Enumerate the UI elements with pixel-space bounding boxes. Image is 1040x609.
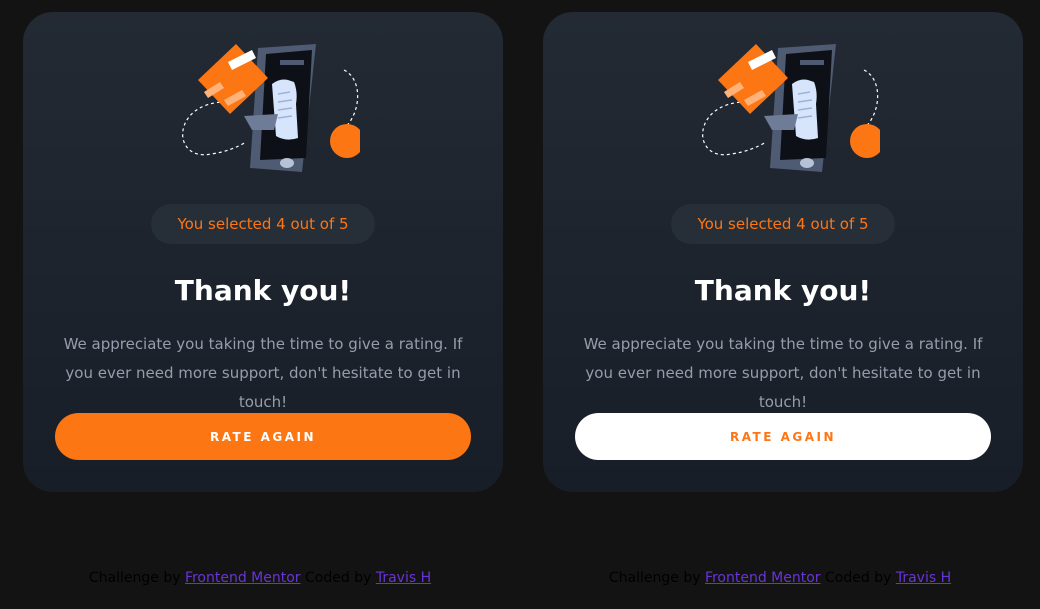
thank-you-card: You selected 4 out of 5 Thank you! We ap… — [23, 12, 503, 492]
thank-you-message: We appreciate you taking the time to giv… — [583, 335, 983, 411]
page-title: Thank you! — [694, 274, 872, 307]
selection-badge: You selected 4 out of 5 — [671, 204, 895, 244]
attribution-footer: Challenge by Frontend Mentor Coded by Tr… — [0, 570, 520, 586]
selection-badge: You selected 4 out of 5 — [151, 204, 375, 244]
frontend-mentor-link[interactable]: Frontend Mentor — [705, 570, 821, 586]
frontend-mentor-link[interactable]: Frontend Mentor — [185, 570, 301, 586]
coded-prefix: Coded by — [305, 570, 372, 586]
thank-you-illustration-icon — [702, 44, 880, 172]
rate-again-button[interactable]: RATE AGAIN — [55, 413, 471, 460]
challenge-prefix: Challenge by — [88, 570, 181, 586]
panel-hover-state: You selected 4 out of 5 Thank you! We ap… — [520, 0, 1040, 609]
attribution-footer: Challenge by Frontend Mentor Coded by Tr… — [520, 570, 1040, 586]
panel-default-state: You selected 4 out of 5 Thank you! We ap… — [0, 0, 520, 609]
thank-you-message: We appreciate you taking the time to giv… — [63, 335, 463, 411]
thank-you-card: You selected 4 out of 5 Thank you! We ap… — [543, 12, 1023, 492]
author-link[interactable]: Travis H — [896, 570, 951, 586]
page-title: Thank you! — [174, 274, 352, 307]
rate-again-button-hover[interactable]: RATE AGAIN — [575, 413, 991, 460]
coded-prefix: Coded by — [825, 570, 892, 586]
thank-you-illustration-icon — [182, 44, 360, 172]
challenge-prefix: Challenge by — [608, 570, 701, 586]
author-link[interactable]: Travis H — [376, 570, 431, 586]
